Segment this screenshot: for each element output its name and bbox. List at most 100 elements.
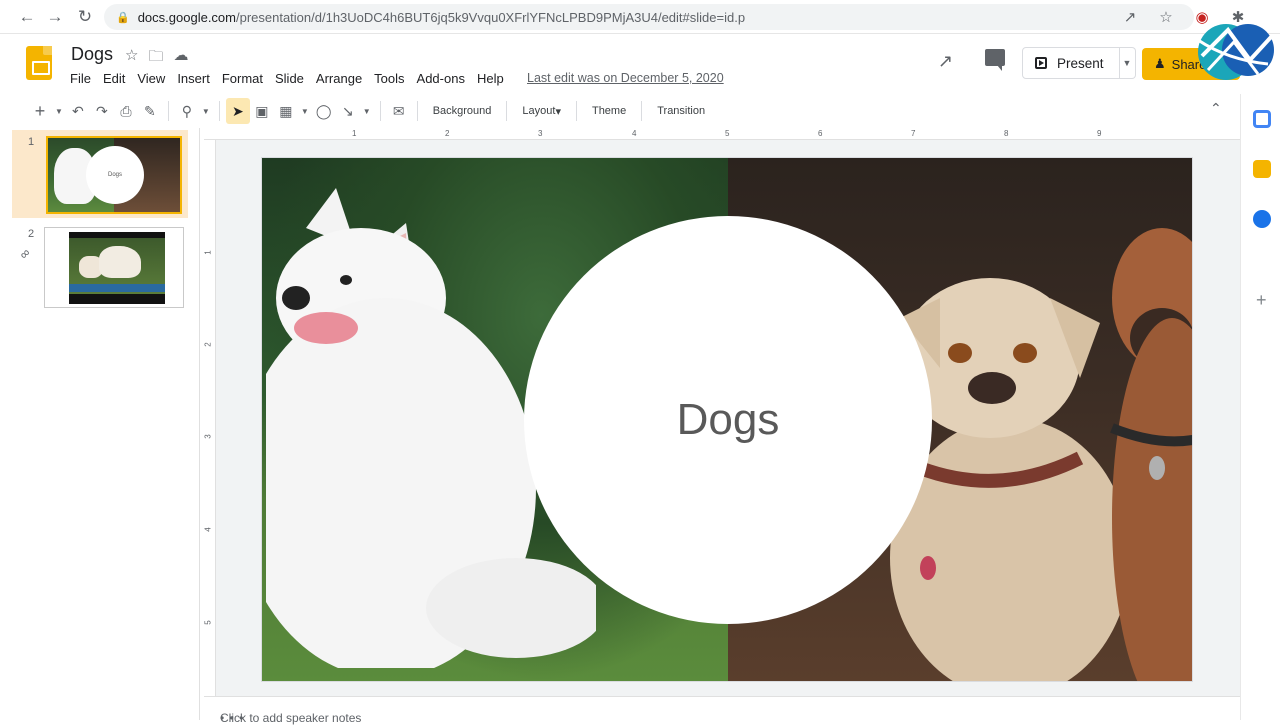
- editing-toolbar: + ▼ ↶ ↷ ⎙ ✎ ⚲ ▼ ➤ ▣ ▦ ▼ ◯ ↘ ▼ ✉ Backgrou…: [0, 96, 1240, 126]
- present-dropdown-button[interactable]: ▼: [1119, 47, 1136, 79]
- redo-icon[interactable]: ↷: [90, 98, 114, 124]
- print-icon[interactable]: ⎙: [114, 98, 138, 124]
- browser-toolbar: ← → ↻ 🔒 docs.google.com/presentation/d/1…: [0, 0, 1280, 34]
- present-play-icon: [1035, 57, 1047, 69]
- toolbar-divider: [379, 101, 381, 121]
- add-comment-icon[interactable]: ✉: [387, 98, 411, 124]
- ruler-mark: 9: [1097, 129, 1102, 138]
- menu-addons[interactable]: Add-ons: [411, 69, 471, 88]
- toolbar-divider: [575, 101, 577, 121]
- ruler-mark: 5: [725, 129, 730, 138]
- ruler-mark: 2: [203, 342, 213, 347]
- line-dropdown-icon[interactable]: ▼: [360, 98, 374, 124]
- transition-button[interactable]: Transition: [648, 98, 714, 124]
- theme-button[interactable]: Theme: [583, 98, 635, 124]
- toolbar-divider: [167, 101, 169, 121]
- add-addon-icon[interactable]: +: [1256, 290, 1267, 311]
- menu-slide[interactable]: Slide: [269, 69, 310, 88]
- toolbar-divider: [218, 101, 220, 121]
- horizontal-ruler: 1 2 3 4 5 6 7 8 9: [204, 128, 1240, 140]
- undo-icon[interactable]: ↶: [66, 98, 90, 124]
- collapse-menus-chevron-icon[interactable]: ⌃: [1210, 100, 1222, 117]
- ruler-mark: 1: [203, 250, 213, 255]
- slide-thumbnail-2[interactable]: [44, 227, 184, 308]
- layout-label: Layout: [522, 105, 556, 117]
- menu-arrange[interactable]: Arrange: [310, 69, 368, 88]
- toolbar-divider: [506, 101, 508, 121]
- ruler-mark: 4: [203, 527, 213, 532]
- thumb2-water: [69, 284, 165, 292]
- star-icon[interactable]: ☆: [125, 46, 138, 71]
- back-arrow-icon[interactable]: ←: [12, 2, 42, 32]
- slide-filmstrip: 1 Dogs 2 ∞: [0, 128, 200, 720]
- address-bar[interactable]: 🔒 docs.google.com/presentation/d/1h3UoDC…: [104, 4, 1194, 30]
- tasks-icon[interactable]: [1253, 210, 1271, 228]
- toolbar-divider: [416, 101, 418, 121]
- background-button[interactable]: Background: [424, 98, 501, 124]
- menu-file[interactable]: File: [64, 69, 97, 88]
- bookmark-star-icon[interactable]: ☆: [1154, 4, 1178, 30]
- present-button[interactable]: Present: [1022, 47, 1120, 79]
- menu-tools[interactable]: Tools: [368, 69, 410, 88]
- zoom-dropdown-icon[interactable]: ▼: [199, 98, 213, 124]
- slide-1-canvas[interactable]: Dogs: [261, 157, 1193, 682]
- last-edit-link[interactable]: Last edit was on December 5, 2020: [527, 71, 724, 85]
- paint-format-icon[interactable]: ✎: [138, 98, 162, 124]
- ruler-mark: 8: [1004, 129, 1009, 138]
- present-label: Present: [1057, 55, 1104, 71]
- comment-icon[interactable]: [985, 49, 1005, 71]
- link-icon: ∞: [16, 244, 34, 263]
- ruler-mark: 4: [632, 129, 637, 138]
- slide-title[interactable]: Dogs: [677, 395, 780, 445]
- thumb-title: Dogs: [107, 172, 122, 178]
- text-box-icon[interactable]: ▣: [250, 98, 274, 124]
- menu-help[interactable]: Help: [471, 69, 510, 88]
- activity-trend-icon[interactable]: ↗: [938, 51, 953, 72]
- thumb-title-circle: Dogs: [86, 146, 144, 204]
- side-panel: +: [1240, 94, 1280, 720]
- new-slide-dropdown-icon[interactable]: ▼: [52, 98, 66, 124]
- slides-logo-icon[interactable]: [26, 46, 52, 80]
- thumb2-photo: [69, 232, 165, 304]
- docs-header: Dogs ☆ 🗀 ☁ File Edit View Insert Format …: [0, 34, 1240, 94]
- image-dropdown-icon[interactable]: ▼: [298, 98, 312, 124]
- cloud-status-icon[interactable]: ☁: [173, 46, 188, 71]
- ruler-mark: 3: [203, 434, 213, 439]
- image-icon[interactable]: ▦: [274, 98, 298, 124]
- slide-number-2: 2: [28, 228, 35, 240]
- layout-button[interactable]: Layout ▾: [513, 98, 570, 124]
- vertical-ruler: 1 2 3 4 5: [204, 140, 216, 696]
- title-circle-shape[interactable]: Dogs: [524, 216, 932, 624]
- shape-icon[interactable]: ◯: [312, 98, 336, 124]
- slide-thumbnail-1[interactable]: Dogs: [46, 136, 182, 214]
- brown-boxer-dog-image: [1110, 228, 1192, 681]
- keep-icon[interactable]: [1253, 160, 1271, 178]
- document-title[interactable]: Dogs: [71, 44, 113, 65]
- ruler-mark: 7: [911, 129, 916, 138]
- url-host: docs.google.com: [137, 9, 236, 25]
- overlay-logo-icon: [1197, 24, 1274, 80]
- menu-view[interactable]: View: [131, 69, 171, 88]
- slide-number-1: 1: [28, 136, 35, 148]
- toolbar-divider: [641, 101, 643, 121]
- menu-format[interactable]: Format: [216, 69, 269, 88]
- speaker-notes-placeholder: Click to add speaker notes: [220, 711, 362, 725]
- menu-edit[interactable]: Edit: [97, 69, 131, 88]
- select-pointer-icon[interactable]: ➤: [225, 98, 250, 124]
- line-icon[interactable]: ↘: [336, 98, 360, 124]
- menu-bar: File Edit View Insert Format Slide Arran…: [64, 69, 510, 88]
- forward-arrow-icon[interactable]: →: [40, 2, 70, 32]
- new-slide-icon[interactable]: +: [28, 98, 52, 124]
- menu-insert[interactable]: Insert: [171, 69, 216, 88]
- ruler-mark: 1: [352, 129, 357, 138]
- thumb2-dog: [99, 246, 141, 278]
- ruler-mark: 2: [445, 129, 450, 138]
- move-folder-icon[interactable]: 🗀: [148, 46, 163, 71]
- speaker-notes-area[interactable]: • • • Click to add speaker notes: [204, 696, 1240, 725]
- zoom-icon[interactable]: ⚲: [175, 98, 199, 124]
- open-in-new-icon[interactable]: ↗: [1118, 4, 1142, 30]
- person-icon: ♟: [1154, 56, 1166, 71]
- calendar-icon[interactable]: [1253, 110, 1271, 128]
- reload-icon[interactable]: ↻: [70, 2, 100, 32]
- ruler-mark: 5: [203, 620, 213, 625]
